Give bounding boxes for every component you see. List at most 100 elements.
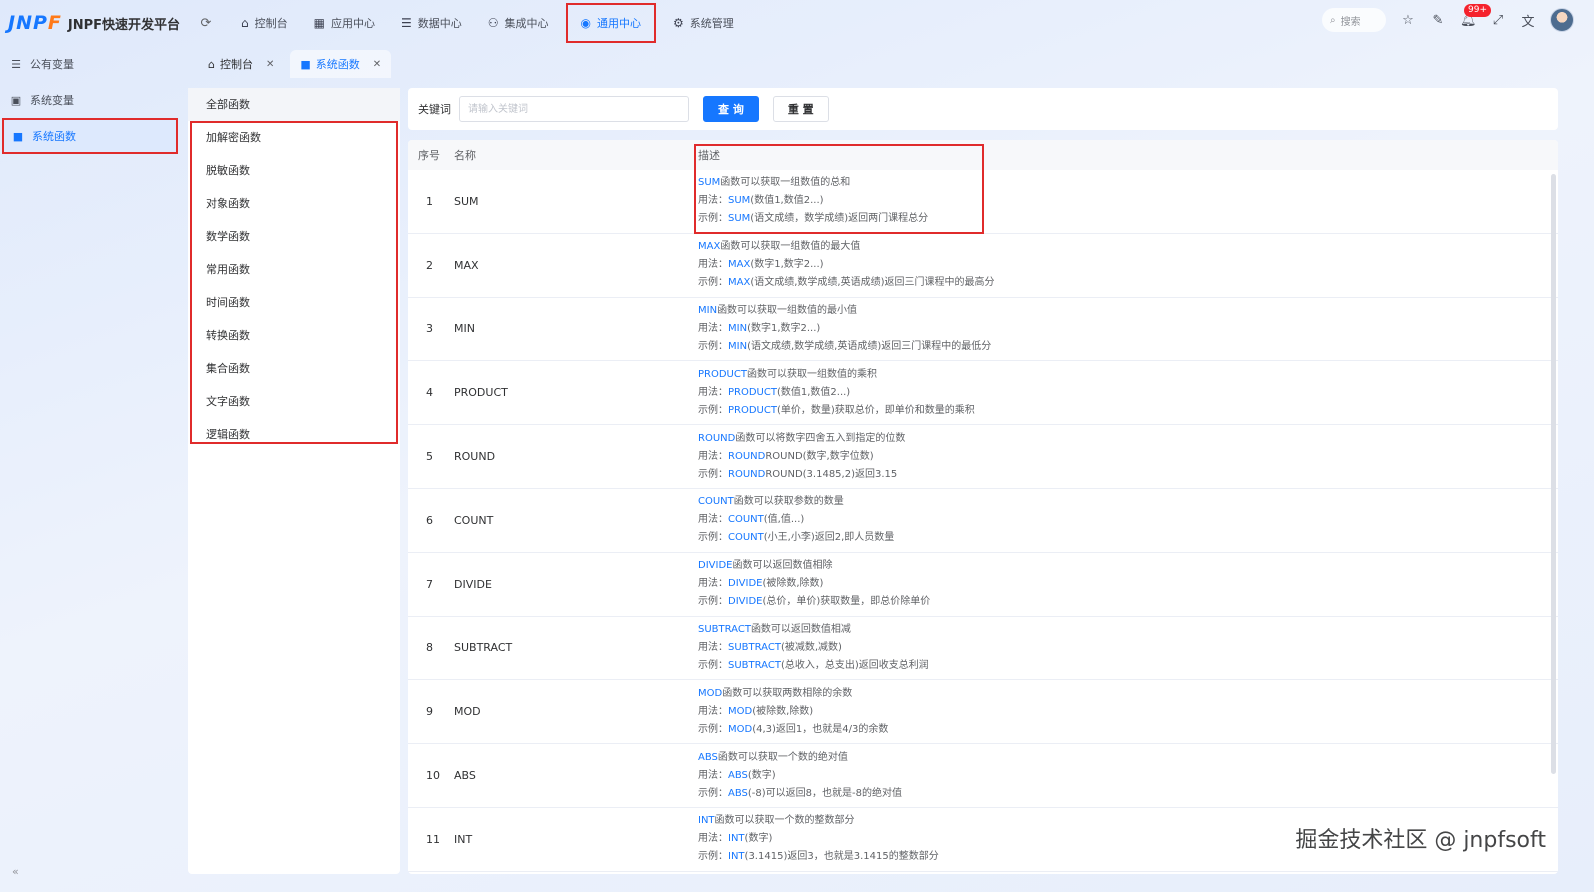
desc-keyword: SUM bbox=[698, 177, 721, 189]
tab-console[interactable]: ⌂ 控制台 ✕ bbox=[198, 50, 284, 78]
table-row[interactable]: 6 COUNT COUNT函数可以获取参数的数量 用法：COUNT(值,值...) 示例… bbox=[408, 489, 1558, 553]
keyword-input[interactable] bbox=[459, 96, 689, 122]
example-prefix: 示例： bbox=[698, 787, 728, 799]
desc-keyword: MOD bbox=[698, 687, 723, 699]
row-no: 6 bbox=[426, 513, 433, 527]
usage-prefix: 用法： bbox=[698, 705, 728, 717]
example-prefix: 示例： bbox=[698, 596, 728, 608]
fullscreen-icon[interactable]: ⤢ bbox=[1490, 13, 1506, 28]
desc-example: 示例：DIVIDE(总价，单价)获取数量，即总价除单价 bbox=[698, 595, 1558, 609]
table-row[interactable]: 3 MIN MIN函数可以获取一组数值的最小值 用法：MIN(数字1,数字2...) 示… bbox=[408, 298, 1558, 362]
table-scrollbar[interactable] bbox=[1551, 174, 1556, 774]
table-row[interactable]: 9 MOD MOD函数可以获取两数相除的余数 用法：MOD(被除数,除数) 示例：MOD… bbox=[408, 680, 1558, 745]
desc-example: 示例：COUNT(小王,小李)返回2,即人员数量 bbox=[698, 531, 1558, 545]
table-header: 序号 名称 描述 bbox=[408, 140, 1558, 234]
close-icon[interactable]: ✕ bbox=[373, 59, 381, 70]
example-prefix: 示例： bbox=[698, 340, 728, 352]
category-highlight-box bbox=[190, 121, 398, 444]
row-no: 3 bbox=[426, 322, 433, 336]
bell-icon[interactable]: 🔔︎ 99+ bbox=[1460, 3, 1491, 28]
global-search[interactable]: ⌕ 搜索 bbox=[1322, 8, 1386, 32]
nav-item-app-center[interactable]: ▦ 应用中心 bbox=[301, 3, 388, 43]
desc-keyword: INT bbox=[728, 833, 745, 845]
desc-usage: 用法：PRODUCT(数值1,数值2...) bbox=[698, 386, 1558, 400]
translate-icon[interactable]: 文 bbox=[1520, 11, 1536, 30]
example-prefix: 示例： bbox=[698, 468, 728, 480]
desc-summary: ABS函数可以获取一个数的绝对值 bbox=[698, 751, 1558, 765]
query-button[interactable]: 查 询 bbox=[703, 96, 759, 122]
watermark: 掘金技术社区 @ jnpfsoft bbox=[1295, 828, 1546, 853]
notification-badge: 99+ bbox=[1464, 3, 1491, 17]
refresh-icon[interactable]: ⟳ bbox=[196, 16, 216, 31]
usage-prefix: 用法： bbox=[698, 450, 728, 462]
example-prefix: 示例： bbox=[698, 404, 728, 416]
row-description: COUNT函数可以获取参数的数量 用法：COUNT(值,值...) 示例：COUNT… bbox=[690, 495, 1558, 545]
usage-text: (数值1,数值2...) bbox=[776, 386, 851, 398]
example-prefix: 示例： bbox=[698, 277, 728, 289]
desc-example: 示例：ROUNDROUND(3.1485,2)返回3.15 bbox=[698, 468, 1558, 482]
usage-prefix: 用法： bbox=[698, 833, 728, 845]
nav-item-data-center[interactable]: ☰ 数据中心 bbox=[388, 3, 475, 43]
tab-label: 控制台 bbox=[219, 58, 253, 71]
tab-system-functions[interactable]: ■ 系统函数 ✕ bbox=[290, 50, 392, 78]
desc-keyword: INT bbox=[698, 815, 715, 827]
usage-text: (被除数,除数) bbox=[762, 578, 824, 590]
desc-usage: 用法：SUBTRACT(被减数,减数) bbox=[698, 641, 1558, 655]
close-icon[interactable]: ✕ bbox=[266, 59, 274, 70]
avatar[interactable] bbox=[1550, 8, 1574, 32]
usage-prefix: 用法： bbox=[698, 322, 728, 334]
row-description: SUM函数可以获取一组数值的总和 用法：SUM(数值1,数值2...) 示例：SUM… bbox=[690, 176, 1558, 226]
desc-keyword: PRODUCT bbox=[728, 404, 777, 416]
desc-keyword: SUM bbox=[728, 195, 751, 207]
table-row[interactable]: 7 DIVIDE DIVIDE函数可以返回数值相除 用法：DIVIDE(被除数,除数)… bbox=[408, 553, 1558, 617]
nav-item-console[interactable]: ⌂ 控制台 bbox=[228, 3, 301, 43]
table-row[interactable]: 8 SUBTRACT SUBTRACT函数可以返回数值相减 用法：SUBTRACT(被… bbox=[408, 617, 1558, 681]
calendar-icon: ▣ bbox=[10, 93, 22, 107]
usage-prefix: 用法： bbox=[698, 259, 728, 271]
nav-item-integration-center[interactable]: ⚇ 集成中心 bbox=[475, 3, 562, 43]
nav-item-common-center[interactable]: ◉ 通用中心 bbox=[565, 3, 656, 43]
desc-keyword: MAX bbox=[728, 277, 751, 289]
desc-keyword: ABS bbox=[728, 769, 748, 781]
function-icon: ■ bbox=[12, 129, 24, 143]
sidebar-item-system-functions[interactable]: ■ 系统函数 bbox=[2, 118, 178, 154]
function-category-panel: 全部函数 加解密函数 脱敏函数 对象函数 数学函数 常用函数 时间函数 转换函数… bbox=[188, 88, 400, 874]
desc-summary: MAX函数可以获取一组数值的最大值 bbox=[698, 240, 1558, 254]
table-row[interactable]: 4 PRODUCT PRODUCT函数可以获取一组数值的乘积 用法：PRODUCT(数… bbox=[408, 361, 1558, 426]
collapse-sidebar-icon[interactable]: « bbox=[12, 865, 19, 878]
row-no: 2 bbox=[426, 258, 433, 272]
desc-summary: DIVIDE函数可以返回数值相除 bbox=[698, 559, 1558, 573]
top-navbar: JNPF JNPF快速开发平台 ⟳ ⌂ 控制台 ▦ 应用中心 ☰ 数据中心 ⚇ … bbox=[0, 0, 1594, 46]
category-all[interactable]: 全部函数 bbox=[188, 88, 400, 121]
row-description: ABS函数可以获取一个数的绝对值 用法：ABS(数字) 示例：ABS(-8)可以返回… bbox=[690, 751, 1558, 801]
table-row[interactable]: 2 MAX MAX函数可以获取一组数值的最大值 用法：MAX(数字1,数字2...) 示… bbox=[408, 234, 1558, 298]
desc-usage: 用法：MIN(数字1,数字2...) bbox=[698, 322, 1558, 336]
row-description: MIN函数可以获取一组数值的最小值 用法：MIN(数字1,数字2...) 示例：MI… bbox=[690, 304, 1558, 354]
reset-button[interactable]: 重 置 bbox=[772, 96, 829, 122]
example-prefix: 示例： bbox=[698, 851, 728, 863]
star-icon[interactable]: ☆ bbox=[1400, 13, 1416, 28]
desc-keyword: ABS bbox=[728, 787, 748, 799]
desc-keyword: MIN bbox=[728, 340, 748, 352]
desc-usage: 用法：SUM(数值1,数值2...) bbox=[698, 194, 1558, 208]
table-row[interactable]: 10 ABS ABS函数可以获取一个数的绝对值 用法：ABS(数字) 示例：ABS(-8… bbox=[408, 744, 1558, 808]
desc-text: 函数可以返回数值相减 bbox=[750, 623, 851, 635]
usage-prefix: 用法： bbox=[698, 195, 728, 207]
function-icon: ■ bbox=[300, 57, 311, 71]
row-no: 4 bbox=[426, 386, 433, 400]
row-no: 5 bbox=[426, 450, 433, 464]
nav-item-system-management[interactable]: ⚙ 系统管理 bbox=[660, 3, 747, 43]
row-description: SUBTRACT函数可以返回数值相减 用法：SUBTRACT(被减数,减数) 示例：… bbox=[690, 623, 1558, 673]
sidebar-item-system-variables[interactable]: ▣ 系统变量 bbox=[0, 82, 180, 118]
row-name: MIN bbox=[454, 322, 475, 336]
tools-icon[interactable]: ✎ bbox=[1430, 13, 1446, 28]
row-name: ROUND bbox=[454, 450, 496, 464]
example-text: (总收入，总支出)返回收支总利润 bbox=[780, 659, 929, 671]
table-row[interactable]: 1 SUM SUM函数可以获取一组数值的总和 用法：SUM(数值1,数值2...) 示例… bbox=[408, 170, 1558, 234]
header-name: 名称 bbox=[454, 149, 476, 162]
example-text: (语文成绩,数学成绩,英语成绩)返回三门课程中的最低分 bbox=[747, 340, 992, 352]
app-logo[interactable]: JNPF JNPF快速开发平台 bbox=[0, 12, 196, 34]
nav-item-label: 系统管理 bbox=[689, 17, 734, 30]
table-row[interactable]: 5 ROUND ROUND函数可以将数字四舍五入到指定的位数 用法：ROUNDROUN… bbox=[408, 425, 1558, 489]
sidebar-item-public-variables[interactable]: ☰ 公有变量 bbox=[0, 46, 180, 82]
